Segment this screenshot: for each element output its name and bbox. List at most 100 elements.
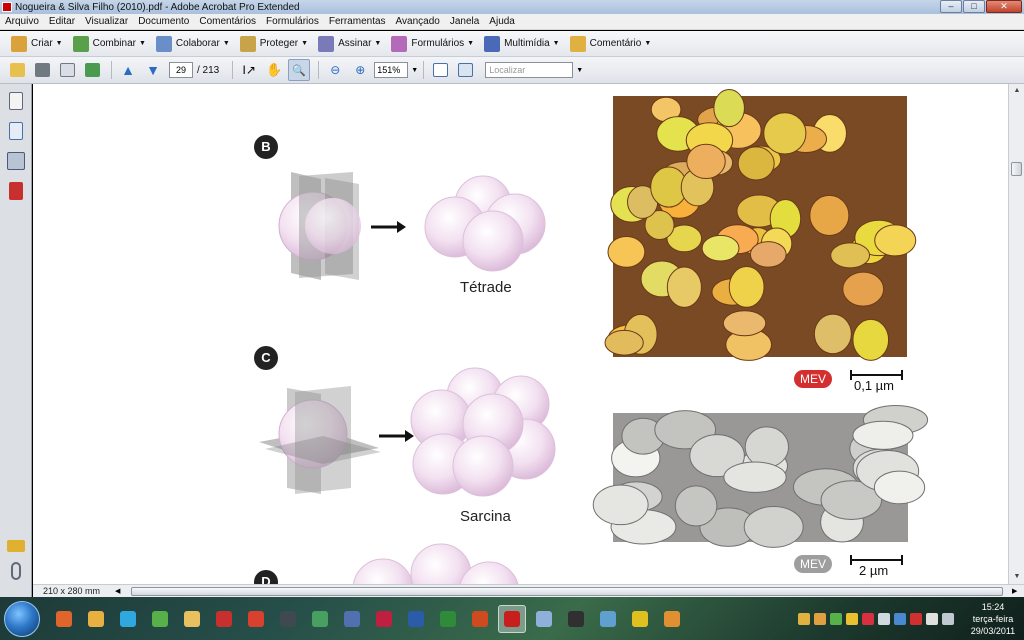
clock[interactable]: 15:24 terça-feira 29/03/2011 [962,601,1024,637]
tray-volume-icon[interactable] [942,612,954,625]
print-icon[interactable] [31,59,53,81]
horizontal-scroll-thumb[interactable] [131,586,1003,596]
tray-app-icon[interactable] [846,612,858,625]
previous-page-icon[interactable]: ▲ [117,59,139,81]
zoom-dropdown-chevron-icon[interactable]: ▼ [411,67,418,74]
search-dropdown-chevron-icon[interactable]: ▼ [576,67,583,74]
toolbar-button-forms[interactable]: Formulários ▼ [386,33,479,55]
marquee-zoom-icon[interactable]: 🔍 [288,59,311,81]
collaborate-icon [155,35,172,52]
tetrad-cells-diagram [424,175,546,272]
hand-tool-icon[interactable]: ✋ [263,59,285,81]
navigation-toolbar: ▲ ▼ 29 / 213 I↗ ✋ 🔍 ⊖ ⊕ 151% ▼ Localizar… [0,57,1024,84]
search-input[interactable]: Localizar [485,62,574,78]
select-text-icon[interactable]: I↗ [238,59,260,81]
taskbar-app-dark-icon[interactable] [274,605,302,633]
minimize-button[interactable]: – [940,0,962,13]
tray-monitor-icon[interactable] [894,612,906,625]
horizontal-scrollbar[interactable] [125,586,1012,597]
toolbar-button-pen[interactable]: Assinar ▼ [313,33,386,55]
tray-app-icon[interactable] [830,612,842,625]
tray-network-icon[interactable] [878,612,890,625]
signatures-icon[interactable] [6,152,25,170]
taskbar-excel-icon[interactable] [434,605,462,633]
fit-page-icon[interactable] [429,59,451,81]
taskbar-notepad-icon[interactable] [530,605,558,633]
clock-date: 29/03/2011 [970,625,1016,636]
page-thumbnails-icon[interactable] [8,92,23,110]
scroll-right-icon[interactable]: ▶ [1012,587,1024,595]
attachments-icon[interactable] [10,562,21,580]
taskbar-dollar-icon[interactable] [626,605,654,633]
menu-comentarios[interactable]: Comentários [194,16,261,27]
tetrad-caption: Tétrade [460,279,512,296]
menu-visualizar[interactable]: Visualizar [80,16,133,27]
toolbar-button-collaborate[interactable]: Colaborar ▼ [151,33,235,55]
share-icon[interactable] [81,59,103,81]
menu-documento[interactable]: Documento [133,16,194,27]
taskbar-powerpoint-icon[interactable] [466,605,494,633]
scroll-down-icon[interactable]: ▼ [1009,570,1024,584]
open-folder-icon[interactable] [6,59,28,81]
start-button[interactable] [4,600,40,637]
vertical-scrollbar[interactable]: ▲ ▼ [1008,84,1024,584]
tray-alert-icon[interactable] [910,612,922,625]
menu-ajuda[interactable]: Ajuda [484,16,520,27]
taskbar-acrobat-icon[interactable] [498,604,526,633]
figure-b-label: B [254,135,278,159]
menu-formularios[interactable]: Formulários [261,16,324,27]
taskbar-app-chrome-icon[interactable] [242,605,270,633]
taskbar-app-red-icon[interactable] [210,605,238,633]
next-page-icon[interactable]: ▼ [142,59,164,81]
vertical-scroll-thumb[interactable] [1011,162,1022,176]
menu-janela[interactable]: Janela [445,16,484,27]
taskbar-utorrent-icon[interactable] [146,605,174,633]
taskbar-app-blue-icon[interactable] [338,605,366,633]
sem-photo-sarcina [592,405,929,548]
taskbar-app-green-icon[interactable] [306,605,334,633]
scroll-left-icon[interactable]: ◀ [115,587,125,595]
maximize-button[interactable]: □ [963,0,985,13]
email-icon[interactable] [56,59,78,81]
status-bar: 210 x 280 mm ◀ ▶ [33,584,1024,597]
taskbar-firefox-icon[interactable] [50,605,78,633]
zoom-level-input[interactable]: 151% [374,62,409,78]
toolbar-button-multimedia[interactable]: Multimídia ▼ [479,33,565,55]
security-icon[interactable] [8,182,23,200]
comments-icon[interactable] [6,540,25,552]
bookmarks-icon[interactable] [8,122,23,140]
windows-taskbar: 15:24 terça-feira 29/03/2011 [0,597,1024,640]
taskbar-skype-icon[interactable] [114,605,142,633]
sem-photo-tetrads [604,89,917,361]
zoom-out-icon[interactable]: ⊖ [324,59,346,81]
taskbar-media-icon[interactable] [658,605,686,633]
taskbar-terminal-icon[interactable] [562,605,590,633]
toolbar-button-combine[interactable]: Combinar ▼ [68,33,151,55]
toolbar-button-label: Formulários [411,38,465,49]
scroll-up-icon[interactable]: ▲ [1009,84,1024,98]
menu-ferramentas[interactable]: Ferramentas [324,16,391,27]
tray-app-icon[interactable] [798,612,810,625]
taskbar-explorer-icon[interactable] [178,605,206,633]
close-button[interactable]: ✕ [986,0,1022,13]
zoom-in-icon[interactable]: ⊕ [349,59,371,81]
tray-app-icon[interactable] [862,612,874,625]
taskbar-app-m-icon[interactable] [370,605,398,633]
toolbar-separator [111,61,112,79]
toolbar-button-create[interactable]: Criar ▼ [6,33,68,55]
taskbar-word-icon[interactable] [402,605,430,633]
taskbar-messenger-icon[interactable] [82,605,110,633]
taskbar-screen-icon[interactable] [594,605,622,633]
toolbar-button-comment[interactable]: Comentário ▼ [565,33,657,55]
create-icon [11,35,27,52]
full-screen-icon[interactable] [454,59,476,81]
menu-arquivo[interactable]: Arquivo [0,16,44,27]
tray-flag-icon[interactable] [926,612,938,625]
sarcina-division-diagram [259,386,381,494]
tray-app-icon[interactable] [814,612,826,625]
menu-editar[interactable]: Editar [44,16,80,27]
page-number-input[interactable]: 29 [169,62,193,78]
document-page: B Tétrade MEV 0,1 µm C Sarcina MEV 2 µm … [33,84,1008,584]
menu-avancado[interactable]: Avançado [391,16,445,27]
toolbar-button-lock[interactable]: Proteger ▼ [235,33,313,55]
